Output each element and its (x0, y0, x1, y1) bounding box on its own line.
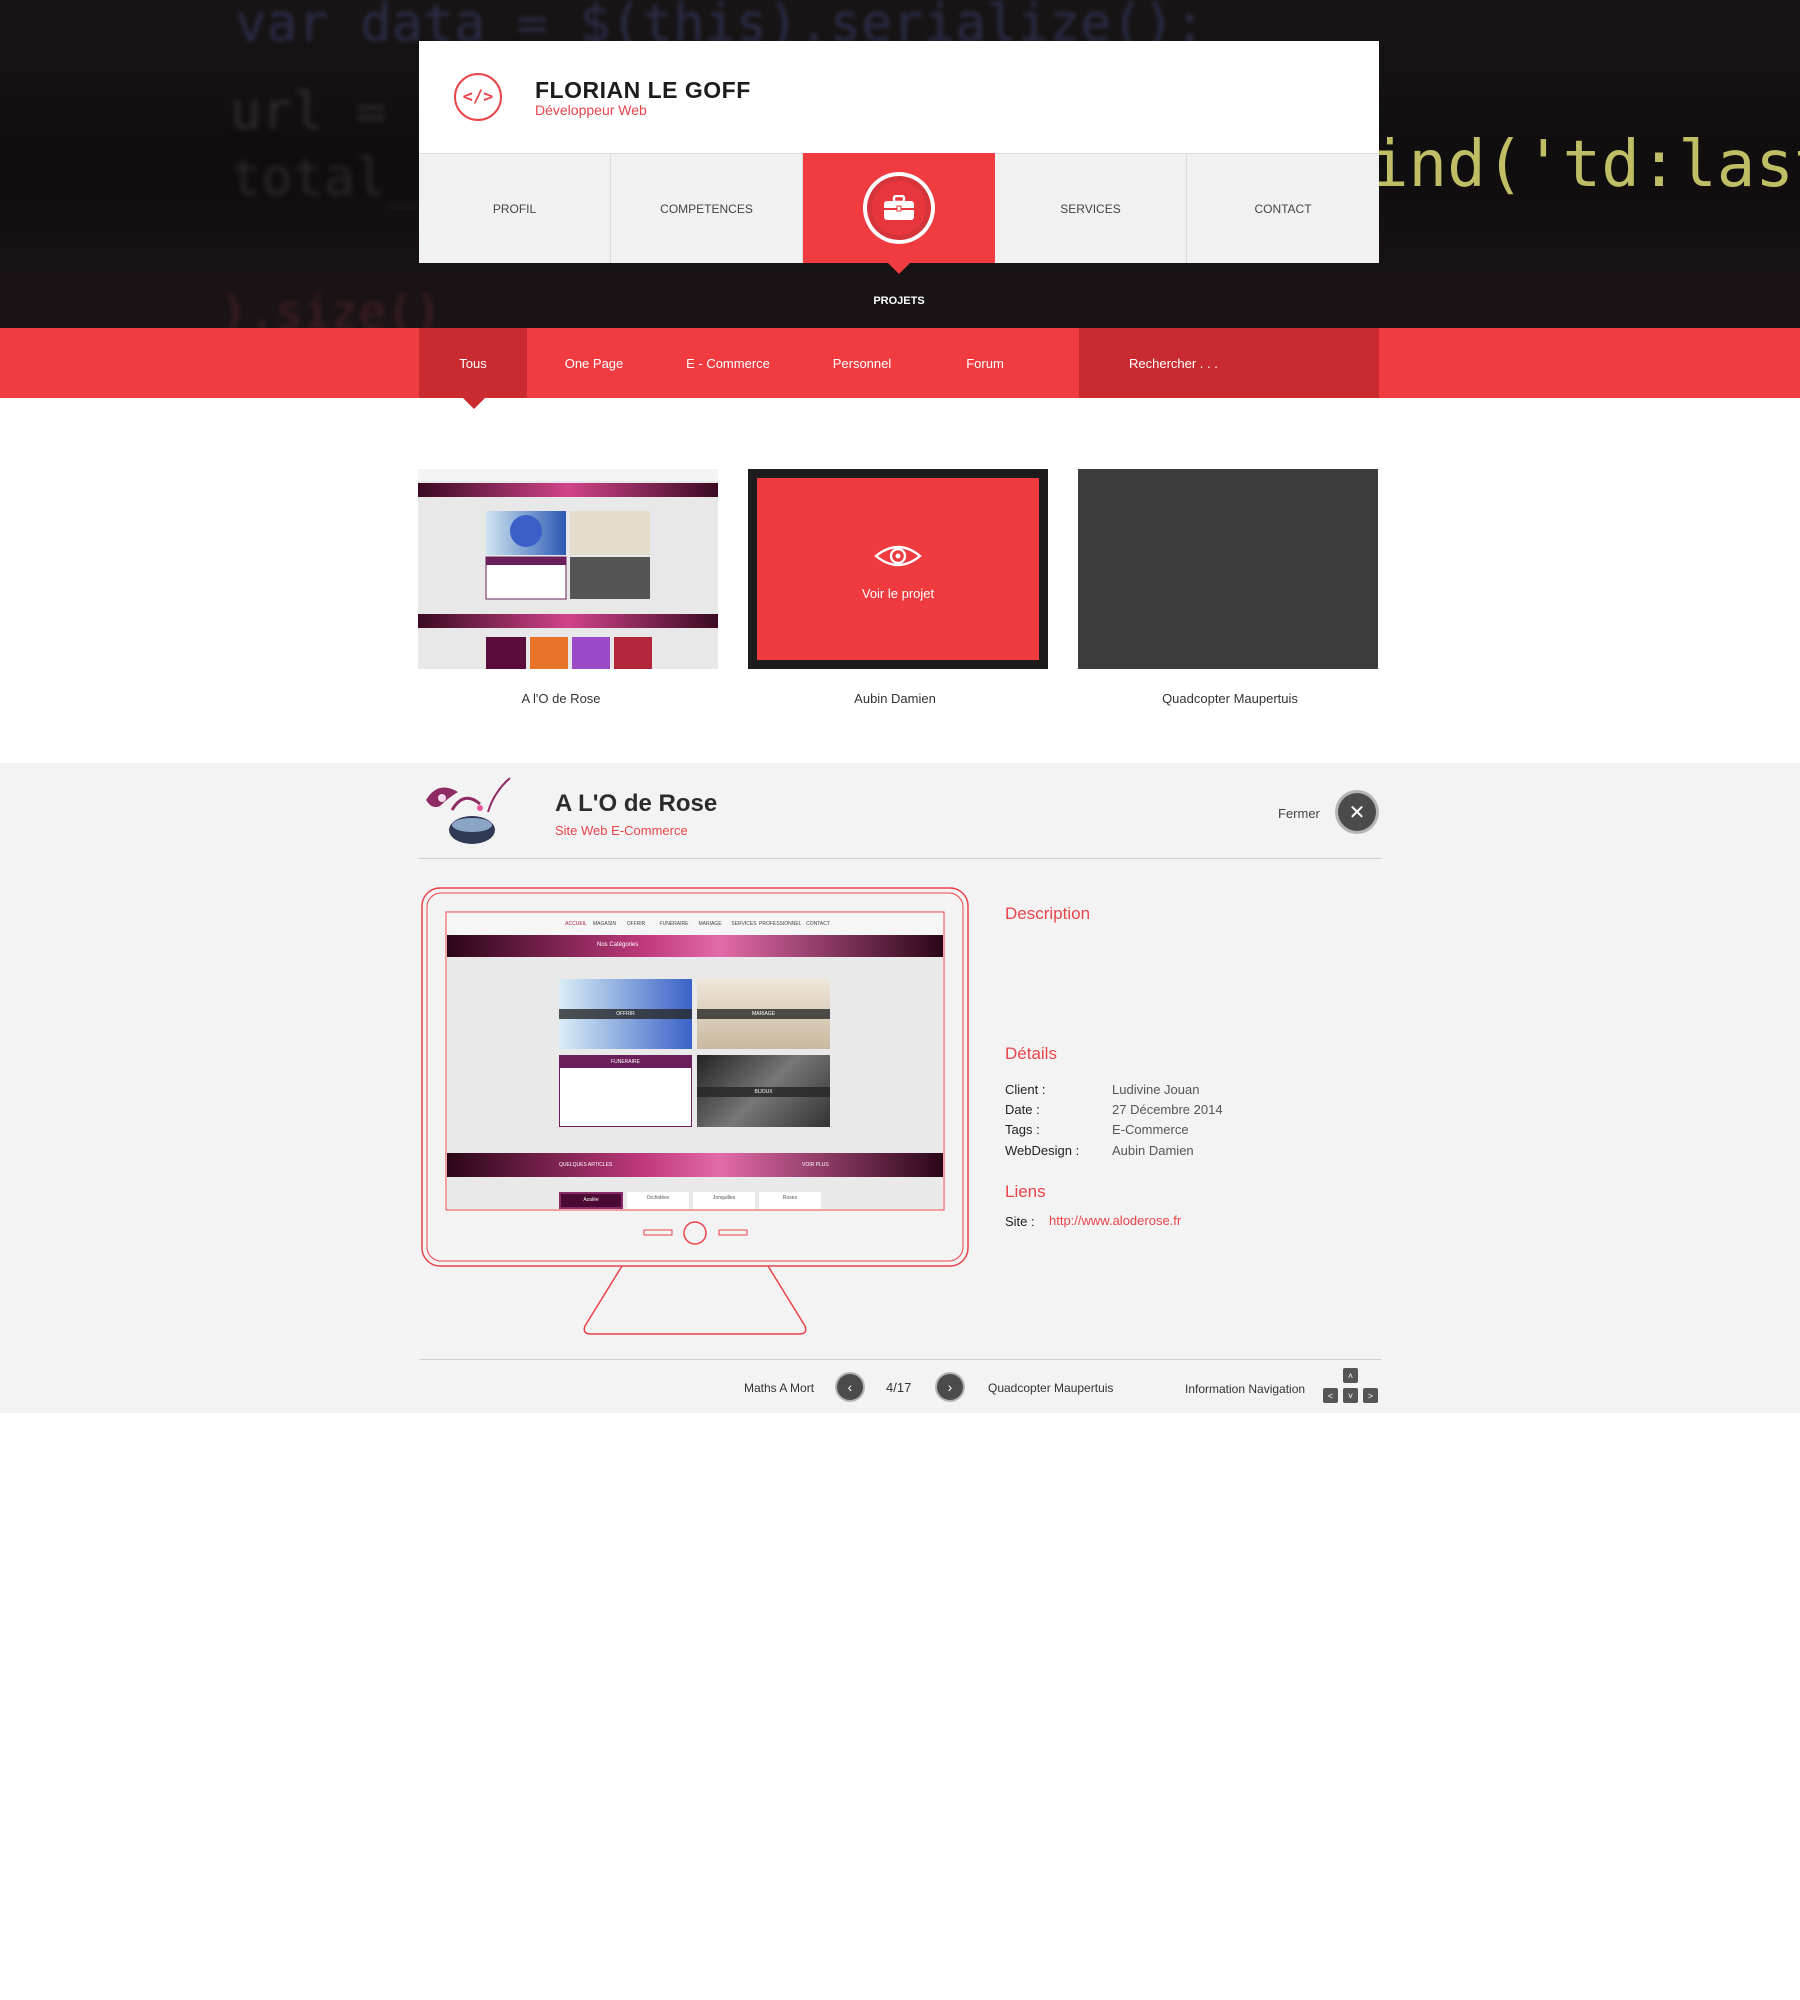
mock-more-label: VOIR PLUS (802, 1162, 829, 1168)
nav-item-services[interactable]: SERVICES (995, 153, 1187, 263)
next-project-label[interactable]: Quadcopter Maupertuis (988, 1381, 1113, 1395)
mock-tile: BIJOUX (697, 1055, 830, 1127)
project-detail-title: A L'O de Rose (555, 790, 718, 817)
mock-tile-label: FUNERAIRE (560, 1056, 691, 1068)
project-thumbnail-quadcopter[interactable] (1078, 469, 1378, 669)
filter-tous[interactable]: Tous (419, 328, 527, 409)
site-owner-name: FLORIAN LE GOFF (535, 77, 751, 103)
header-card: </> FLORIAN LE GOFF Développeur Web (419, 41, 1379, 153)
nav-item-profil[interactable]: PROFIL (419, 153, 611, 263)
code-line: ).size() (220, 285, 442, 328)
nav-item-contact[interactable]: CONTACT (1187, 153, 1379, 263)
filter-personnel[interactable]: Personnel (810, 328, 914, 398)
filter-forum[interactable]: Forum (935, 328, 1035, 398)
keyboard-navigation-label: Information Navigation (1185, 1382, 1306, 1396)
nav-item-projets[interactable] (803, 153, 995, 274)
description-heading: Description (1005, 904, 1091, 923)
mock-nav-item: CONTACT (806, 921, 830, 927)
project-title[interactable]: A l'O de Rose (411, 691, 711, 706)
mock-nav-item: MAGASIN (593, 921, 617, 927)
detail-value: E-Commerce (1112, 1122, 1189, 1137)
project-title[interactable]: Quadcopter Maupertuis (1080, 691, 1380, 706)
website-screenshot: ACCUEIL MAGASIN OFFRIR FUNERAIRE MARIAGE… (447, 913, 943, 1209)
mock-tab: Orchidées (627, 1192, 689, 1209)
arrow-down-key-icon[interactable]: ˅ (1343, 1388, 1358, 1403)
eye-icon (859, 541, 937, 571)
close-icon[interactable]: ✕ (1338, 793, 1376, 831)
mock-nav-item: SERVICES (731, 921, 757, 927)
detail-key: Date : (1005, 1102, 1040, 1117)
detail-key: Client : (1005, 1082, 1046, 1097)
close-label[interactable]: Fermer (1278, 806, 1320, 821)
mock-tile-label: BIJOUX (697, 1087, 830, 1097)
mock-nav-item: MARIAGE (698, 921, 722, 927)
nav-item-competences[interactable]: COMPETENCES (611, 153, 803, 263)
project-counter: 4/17 (886, 1380, 912, 1395)
filter-bar: Tous One Page E - Commerce Personnel For… (0, 328, 1800, 409)
details-heading: Détails (1005, 1044, 1057, 1063)
mock-nav-item: OFFRIR (626, 921, 646, 927)
main-nav: PROFIL COMPETENCES SERVICES CONTACT (419, 153, 1379, 274)
code-line: url = $ (230, 82, 450, 142)
mock-tab: Jonquilles (693, 1192, 755, 1209)
project-detail-subtitle: Site Web E-Commerce (555, 823, 688, 838)
code-line: ind('td:last (1370, 128, 1800, 202)
mock-nav-item: FUNERAIRE (659, 921, 689, 927)
links-heading: Liens (1005, 1182, 1046, 1201)
mock-nav-item: PROFESSIONNEL (759, 921, 802, 927)
project-thumbnail-aloderose[interactable] (418, 469, 718, 669)
mock-nav: ACCUEIL MAGASIN OFFRIR FUNERAIRE MARIAGE… (447, 913, 943, 935)
mock-articles-label: QUELQUES ARTICLES (559, 1162, 613, 1168)
arrow-up-key-icon[interactable]: ˄ (1343, 1368, 1358, 1383)
filter-e-commerce[interactable]: E - Commerce (672, 328, 784, 398)
view-project-label: Voir le projet (861, 586, 935, 601)
divider (420, 1359, 1381, 1360)
briefcase-icon (863, 172, 935, 244)
code-line: total_f (230, 148, 450, 208)
project-logo (418, 770, 518, 850)
mock-articles-band: QUELQUES ARTICLES VOIR PLUS (447, 1153, 943, 1177)
detail-value: Ludivine Jouan (1112, 1082, 1200, 1097)
mock-tile: MARIAGE (697, 979, 830, 1049)
detail-value: Aubin Damien (1112, 1143, 1194, 1158)
detail-key: Tags : (1005, 1122, 1040, 1137)
mock-tab: Azalée (559, 1192, 623, 1209)
arrow-left-key-icon[interactable]: < (1323, 1388, 1338, 1403)
mock-tile-label: OFFRIR (559, 1009, 692, 1019)
mock-tile-label: MARIAGE (697, 1009, 830, 1019)
project-thumbnail-aubin-damien[interactable]: Voir le projet (748, 469, 1048, 669)
mock-nav-item: ACCUEIL (565, 921, 587, 927)
mock-banner: Nos Catégories (447, 935, 943, 957)
previous-project-label[interactable]: Maths A Mort (744, 1381, 814, 1395)
chevron-right-icon[interactable]: › (937, 1374, 963, 1400)
filter-one-page[interactable]: One Page (541, 328, 647, 398)
divider (419, 858, 1381, 859)
active-nav-label: PROJETS (873, 295, 925, 307)
site-link[interactable]: http://www.aloderose.fr (1049, 1213, 1181, 1228)
code-icon[interactable]: </> (454, 73, 502, 121)
chevron-left-icon[interactable]: ‹ (837, 1374, 863, 1400)
search-input[interactable]: Rechercher . . . (1079, 328, 1379, 398)
mock-banner-label: Nos Catégories (597, 942, 639, 948)
project-title[interactable]: Aubin Damien (745, 691, 1045, 706)
mock-tab: Roses (759, 1192, 821, 1209)
detail-value: 27 Décembre 2014 (1112, 1102, 1223, 1117)
detail-key: WebDesign : (1005, 1143, 1080, 1158)
mock-tile: FUNERAIRE (559, 1055, 692, 1127)
arrow-right-key-icon[interactable]: > (1363, 1388, 1378, 1403)
site-key: Site : (1005, 1214, 1035, 1229)
site-owner-role: Développeur Web (535, 102, 647, 118)
mock-tile: OFFRIR (559, 979, 692, 1049)
